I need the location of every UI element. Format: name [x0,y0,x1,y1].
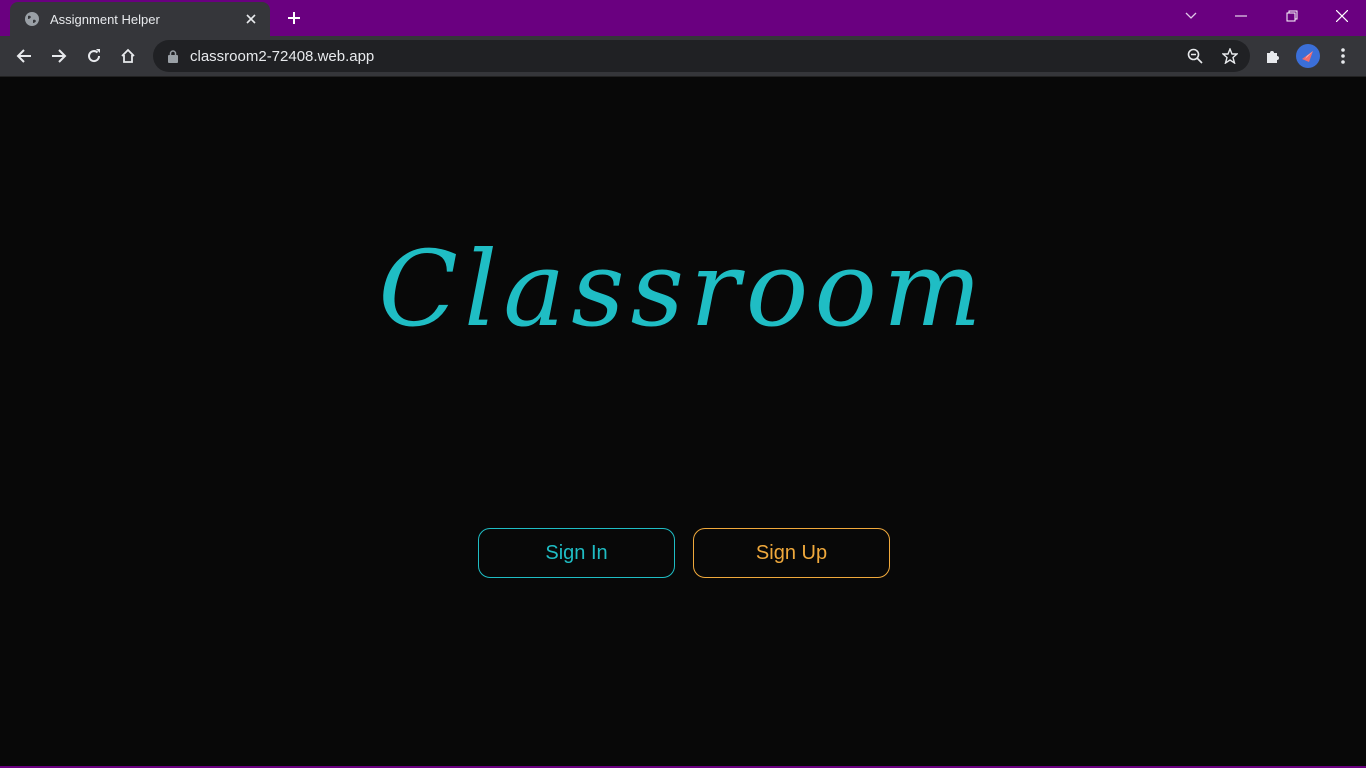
close-tab-icon[interactable] [242,10,260,28]
new-tab-button[interactable] [283,7,305,29]
page-content: Classroom Sign In Sign Up [0,77,1366,766]
tab-title: Assignment Helper [50,11,160,27]
brand-title: Classroom [378,228,988,350]
tab-search-icon[interactable] [1171,4,1211,28]
url-text: classroom2-72408.web.app [190,47,375,65]
extensions-puzzle-icon[interactable] [1259,42,1287,70]
browser-toolbar: classroom2-72408.web.app [0,36,1366,77]
profile-avatar[interactable] [1296,44,1320,68]
globe-icon [24,11,40,27]
browser-tab[interactable]: Assignment Helper [10,2,270,36]
menu-kebab-icon[interactable] [1329,42,1357,70]
minimize-icon[interactable] [1221,4,1261,28]
lock-icon[interactable] [167,49,179,63]
forward-arrow-icon[interactable] [45,42,73,70]
sign-in-button[interactable]: Sign In [478,528,675,578]
reload-icon[interactable] [80,42,108,70]
zoom-icon[interactable] [1183,44,1207,68]
sign-up-button[interactable]: Sign Up [693,528,890,578]
browser-titlebar: Assignment Helper [0,0,1366,36]
bookmark-star-icon[interactable] [1218,44,1242,68]
back-arrow-icon[interactable] [10,42,38,70]
home-icon[interactable] [114,42,142,70]
close-window-icon[interactable] [1322,4,1362,28]
restore-icon[interactable] [1272,4,1312,28]
address-bar[interactable]: classroom2-72408.web.app [153,40,1250,72]
